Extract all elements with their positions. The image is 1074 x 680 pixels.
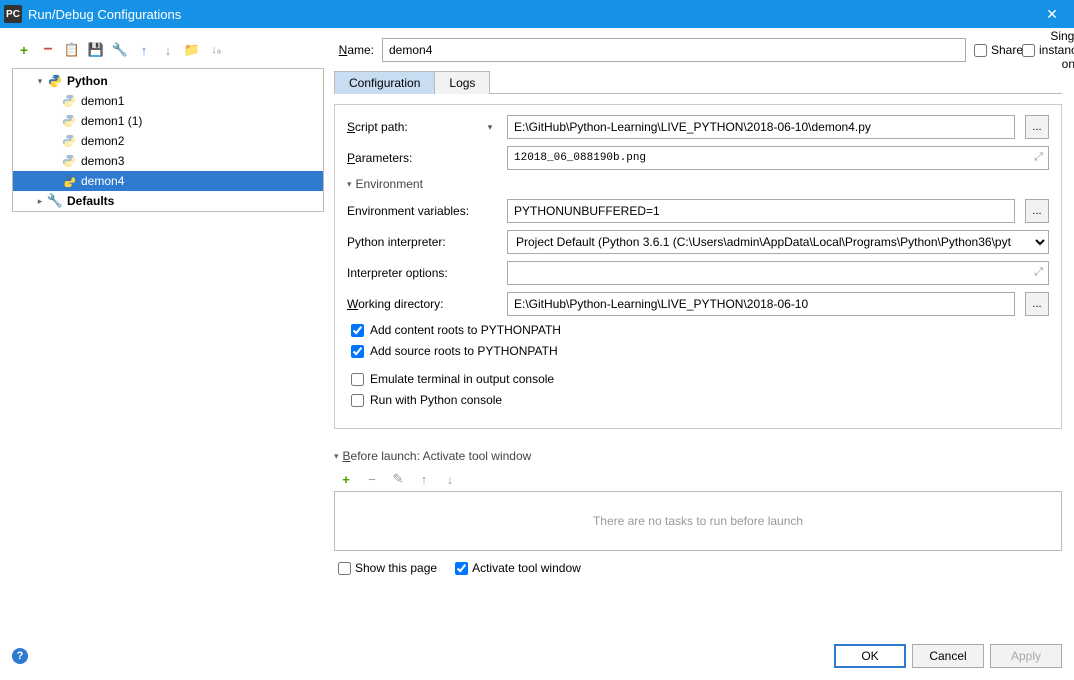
- apply-button[interactable]: Apply: [990, 644, 1062, 668]
- configuration-form: Script path: ▾ ... Parameters: ⤢ ▾ Envir…: [334, 104, 1062, 429]
- single-instance-checkbox[interactable]: Single instance only: [1022, 29, 1062, 71]
- titlebar: PC Run/Debug Configurations ✕: [0, 0, 1074, 28]
- tab-logs[interactable]: Logs: [434, 71, 490, 94]
- window-title: Run/Debug Configurations: [28, 7, 1034, 22]
- python-file-icon: [61, 154, 77, 168]
- python-icon: [47, 74, 63, 88]
- before-launch-header[interactable]: ▾ Before launch: Activate tool window: [334, 449, 1062, 463]
- name-input[interactable]: [382, 38, 966, 62]
- chevron-down-icon: ▾: [33, 76, 47, 87]
- working-dir-input[interactable]: [507, 292, 1015, 316]
- python-file-icon: [61, 174, 77, 188]
- cancel-button[interactable]: Cancel: [912, 644, 984, 668]
- chevron-down-icon: ▾: [347, 179, 352, 190]
- interpreter-options-input[interactable]: [507, 261, 1049, 285]
- tree-item[interactable]: demon1 (1): [13, 111, 323, 131]
- tree-label: demon3: [81, 154, 124, 168]
- script-path-label: Script path:: [347, 120, 408, 134]
- share-checkbox[interactable]: Share: [974, 43, 1014, 57]
- empty-tasks-text: There are no tasks to run before launch: [593, 514, 803, 528]
- add-icon[interactable]: +: [16, 42, 32, 58]
- expand-icon[interactable]: ⤢: [1034, 266, 1043, 279]
- add-icon[interactable]: +: [338, 471, 354, 487]
- tree-label: Defaults: [67, 194, 114, 208]
- close-button[interactable]: ✕: [1034, 0, 1070, 28]
- add-content-roots-checkbox[interactable]: [351, 324, 364, 337]
- tree-item[interactable]: demon2: [13, 131, 323, 151]
- chevron-down-icon: ▾: [334, 451, 339, 462]
- interpreter-select[interactable]: Project Default (Python 3.6.1 (C:\Users\…: [507, 230, 1049, 254]
- folder-icon[interactable]: 📁: [184, 42, 200, 58]
- tree-toolbar: + − 📋 💾 🔧 ↑ ↓ 📁 ↓ₐ: [12, 38, 324, 62]
- config-tree[interactable]: ▾ Python demon1 demon1 (1) demon2: [12, 68, 324, 212]
- tabs: Configuration Logs: [334, 70, 1062, 94]
- tree-node-defaults[interactable]: ▸ 🔧 Defaults: [13, 191, 323, 211]
- tab-configuration[interactable]: Configuration: [334, 71, 435, 94]
- wrench-toolbar-icon[interactable]: 🔧: [112, 42, 128, 58]
- copy-icon[interactable]: 📋: [64, 42, 80, 58]
- name-label: Name:: [334, 43, 374, 57]
- python-file-icon: [61, 134, 77, 148]
- tree-node-python[interactable]: ▾ Python: [13, 71, 323, 91]
- up-icon[interactable]: ↑: [136, 42, 152, 58]
- interpreter-label: Python interpreter:: [347, 235, 497, 249]
- tree-item[interactable]: demon1: [13, 91, 323, 111]
- app-icon: PC: [4, 5, 22, 23]
- save-icon[interactable]: 💾: [88, 42, 104, 58]
- env-vars-input[interactable]: [507, 199, 1015, 223]
- interpreter-options-label: Interpreter options:: [347, 266, 497, 280]
- expand-icon[interactable]: ⤢: [1034, 151, 1043, 164]
- python-file-icon: [61, 114, 77, 128]
- tree-item-selected[interactable]: demon4: [13, 171, 323, 191]
- remove-icon[interactable]: −: [364, 471, 380, 487]
- add-source-roots-checkbox[interactable]: [351, 345, 364, 358]
- parameters-label: Parameters:: [347, 151, 497, 165]
- sort-icon[interactable]: ↓ₐ: [208, 42, 224, 58]
- browse-button[interactable]: ...: [1025, 292, 1049, 316]
- tree-label: demon4: [81, 174, 124, 188]
- before-launch-list[interactable]: There are no tasks to run before launch: [334, 491, 1062, 551]
- tree-label: Python: [67, 74, 108, 88]
- environment-section-header[interactable]: ▾ Environment: [347, 177, 1049, 191]
- activate-tool-window-checkbox[interactable]: Activate tool window: [455, 561, 581, 575]
- script-path-input[interactable]: [507, 115, 1015, 139]
- tree-label: demon2: [81, 134, 124, 148]
- chevron-right-icon: ▸: [33, 196, 47, 207]
- up-icon[interactable]: ↑: [416, 471, 432, 487]
- down-icon[interactable]: ↓: [442, 471, 458, 487]
- emulate-terminal-checkbox[interactable]: [351, 373, 364, 386]
- python-file-icon: [61, 94, 77, 108]
- edit-icon[interactable]: ✎: [390, 471, 406, 487]
- chevron-down-icon[interactable]: ▾: [483, 122, 497, 133]
- browse-button[interactable]: ...: [1025, 199, 1049, 223]
- tree-label: demon1: [81, 94, 124, 108]
- show-this-page-checkbox[interactable]: Show this page: [338, 561, 437, 575]
- env-vars-label: Environment variables:: [347, 204, 497, 218]
- browse-button[interactable]: ...: [1025, 115, 1049, 139]
- remove-icon[interactable]: −: [40, 42, 56, 58]
- wrench-icon: 🔧: [47, 194, 63, 208]
- working-dir-label: Working directory:: [347, 297, 497, 311]
- run-python-console-checkbox[interactable]: [351, 394, 364, 407]
- before-launch-toolbar: + − ✎ ↑ ↓: [338, 471, 1062, 487]
- tree-label: demon1 (1): [81, 114, 142, 128]
- ok-button[interactable]: OK: [834, 644, 906, 668]
- parameters-input[interactable]: [507, 146, 1049, 170]
- tree-item[interactable]: demon3: [13, 151, 323, 171]
- down-icon[interactable]: ↓: [160, 42, 176, 58]
- help-icon[interactable]: ?: [12, 648, 28, 664]
